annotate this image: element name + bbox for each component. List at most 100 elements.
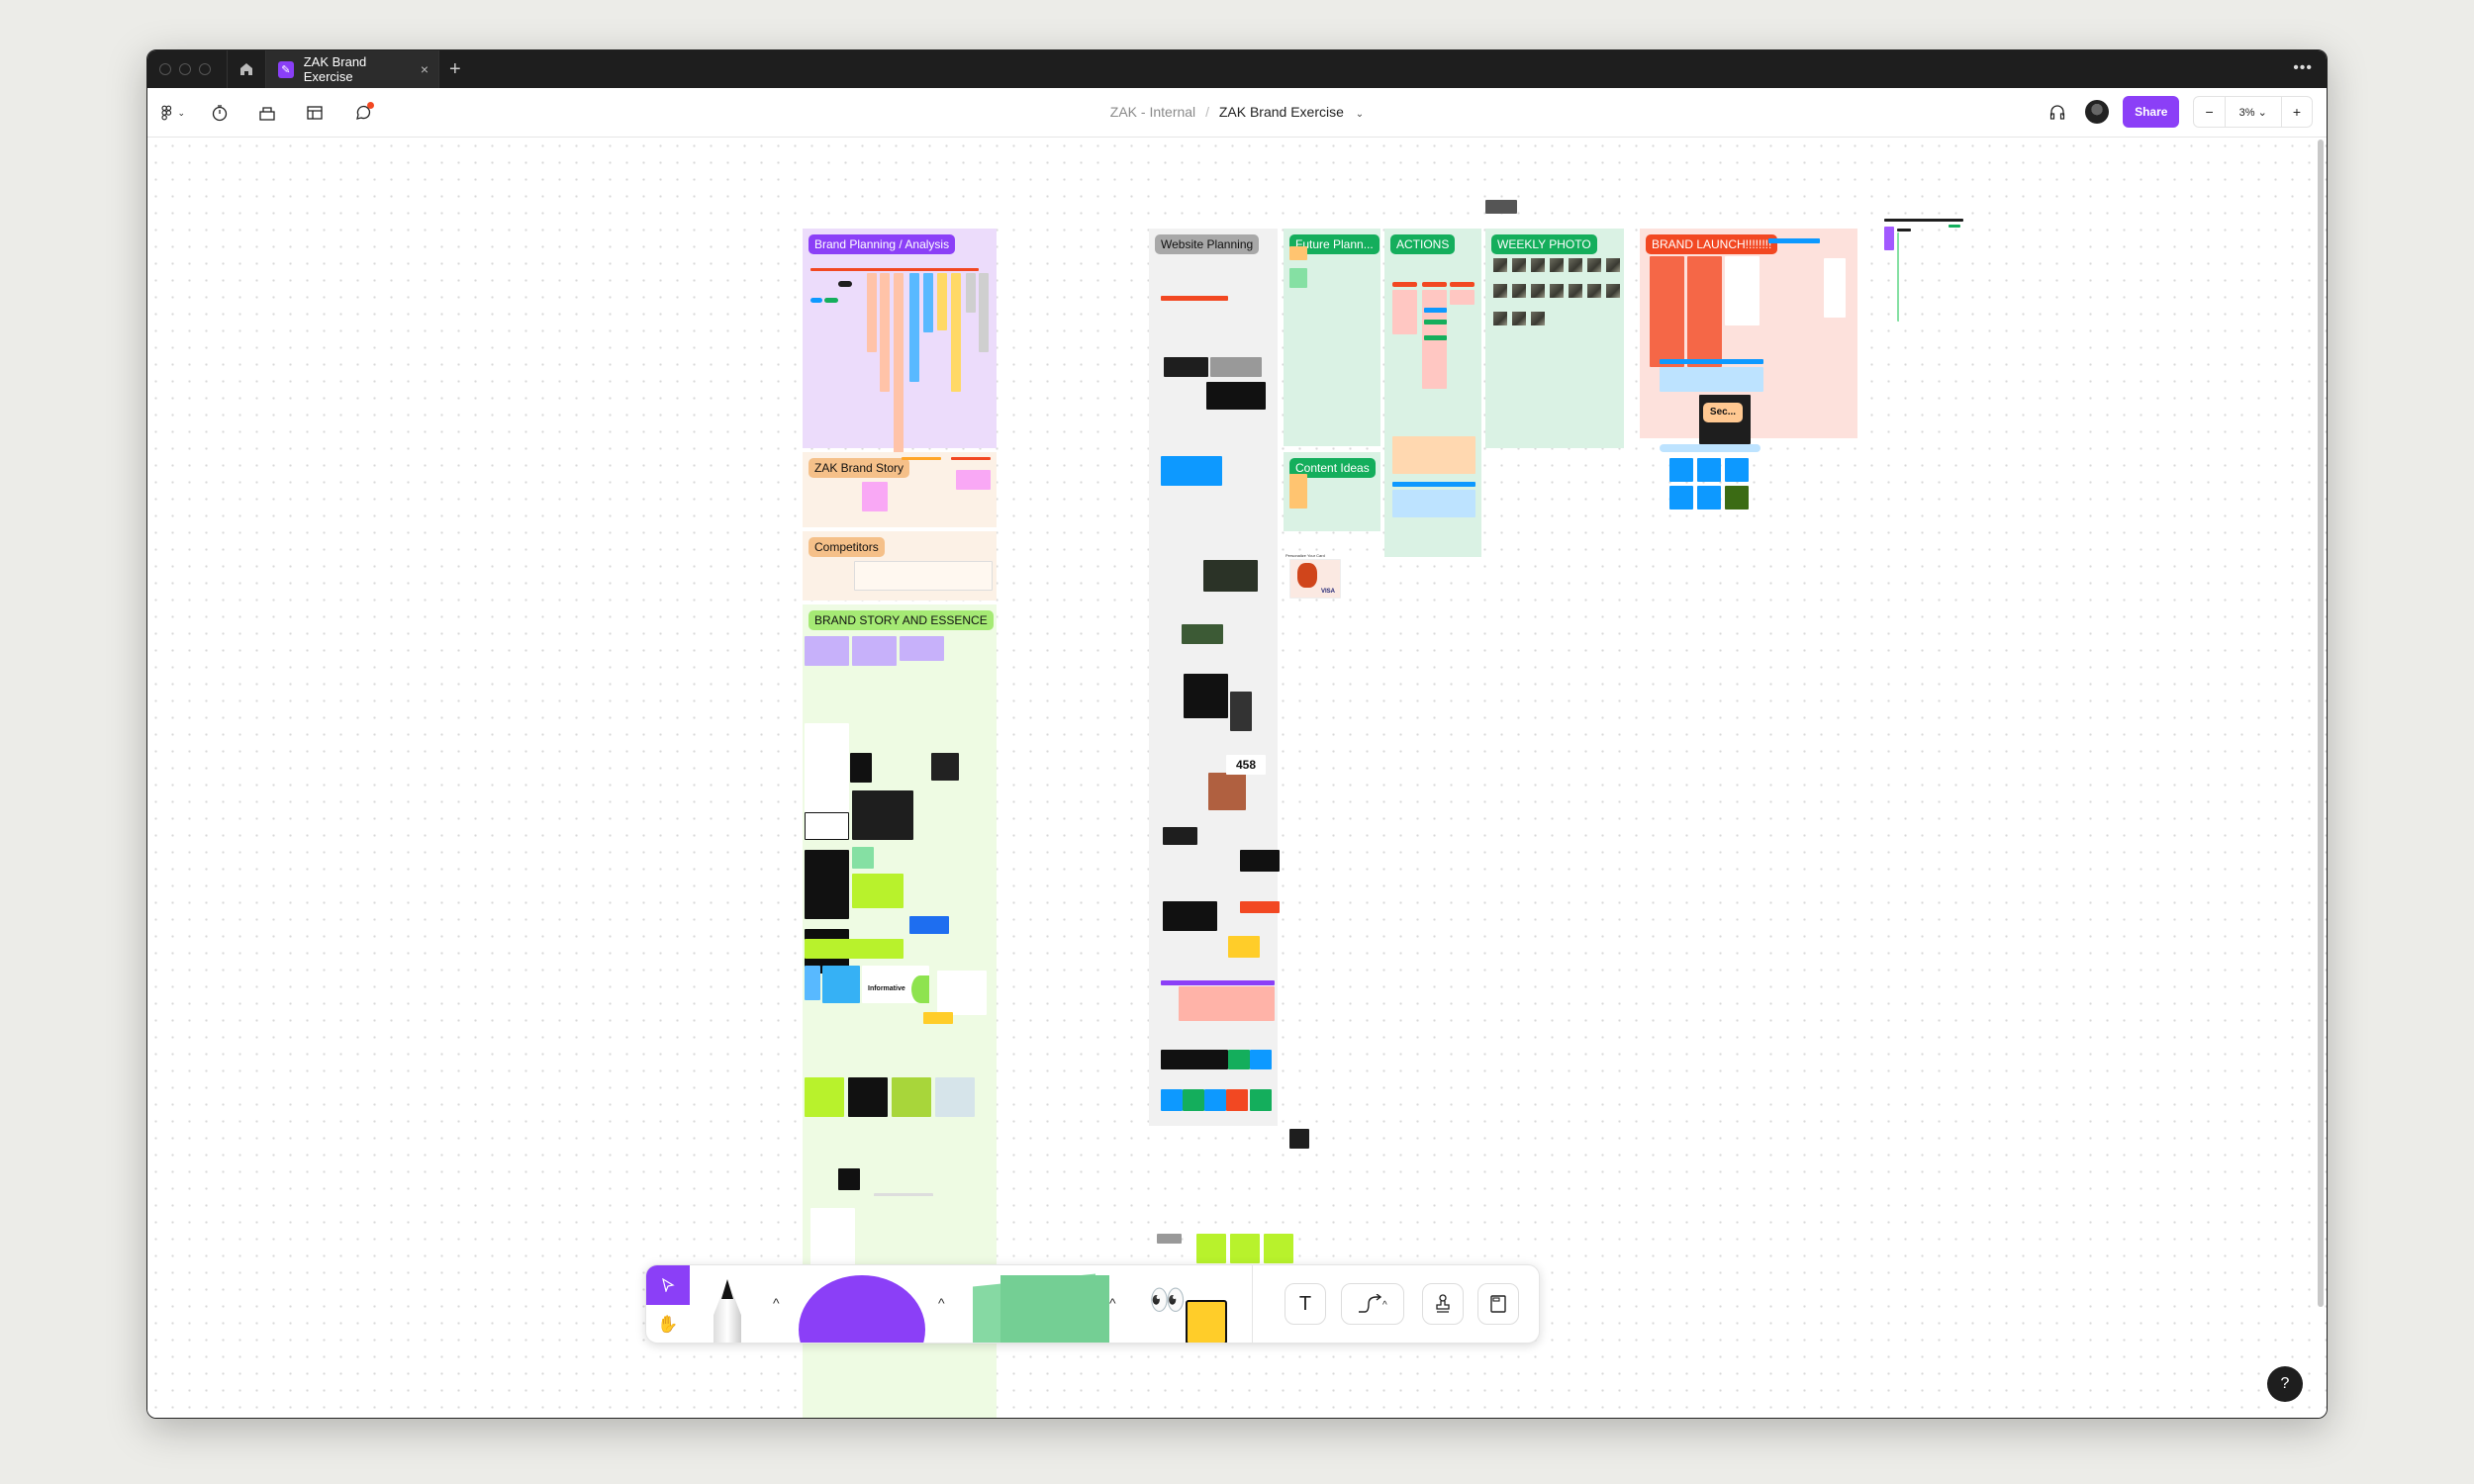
zoom-in-button[interactable]: +	[2282, 97, 2312, 127]
audio-call-button[interactable]	[2044, 98, 2071, 126]
sticky-column	[966, 273, 976, 313]
header-bar	[902, 457, 941, 460]
share-button[interactable]: Share	[2123, 96, 2180, 128]
image-thumbnail	[923, 1012, 953, 1024]
help-button[interactable]: ?	[2267, 1366, 2303, 1402]
mini-flow-tree	[1897, 232, 1909, 322]
image-thumbnail	[1725, 486, 1749, 510]
flow-chart	[1210, 357, 1262, 377]
section-weekly-photo[interactable]: WEEKLY PHOTO	[1485, 229, 1624, 448]
section-label[interactable]: ACTIONS	[1390, 234, 1456, 254]
home-button[interactable]	[227, 50, 266, 88]
image-thumbnail	[805, 966, 820, 1000]
shape-options-caret[interactable]: ^	[938, 1295, 945, 1311]
section-website-planning[interactable]: Website Planning 458	[1149, 229, 1280, 1126]
hand-tool[interactable]: ✋	[646, 1305, 690, 1343]
image-thumbnail	[1206, 382, 1266, 410]
more-options-icon[interactable]: •••	[2293, 59, 2313, 77]
3d-logo-image	[935, 1077, 975, 1117]
competitor-table	[854, 561, 993, 591]
shape-tool[interactable]	[799, 1275, 925, 1343]
maximize-window-button[interactable]	[199, 63, 211, 75]
sticky-column	[894, 273, 904, 466]
section-label[interactable]: BRAND STORY AND ESSENCE	[809, 610, 994, 630]
image-thumbnail	[1179, 1050, 1228, 1069]
counter-card: 458	[1226, 755, 1266, 775]
photo-pair	[1485, 200, 1517, 214]
sticky-note	[1226, 1089, 1248, 1111]
section-label[interactable]: ZAK Brand Story	[809, 458, 910, 478]
section-brand-launch[interactable]: BRAND LAUNCH!!!!!!!! Sec...	[1640, 229, 1857, 444]
section-brand-planning[interactable]: Brand Planning / Analysis	[803, 229, 997, 466]
launch-task-column	[1725, 256, 1760, 325]
text-tool[interactable]: T	[1285, 1283, 1326, 1325]
section-label[interactable]: Website Planning	[1155, 234, 1260, 254]
section-label[interactable]: Brand Planning / Analysis	[809, 234, 956, 254]
section-actions[interactable]: ACTIONS	[1384, 229, 1481, 557]
image-thumbnail	[850, 753, 872, 783]
green-shape	[911, 975, 929, 1003]
text-block	[874, 1193, 933, 1257]
zoom-level-dropdown[interactable]: 3% ⌄	[2224, 97, 2282, 127]
connector-icon: ^	[1359, 1294, 1387, 1313]
section-label[interactable]: Competitors	[809, 537, 885, 557]
breadcrumb-team[interactable]: ZAK - Internal	[1110, 104, 1195, 120]
text-icon: T	[1298, 1292, 1312, 1315]
widgets-icon[interactable]	[1186, 1300, 1227, 1343]
dark-card	[1289, 1129, 1309, 1149]
section-tool[interactable]	[1477, 1283, 1519, 1325]
zoom-control: − 3% ⌄ +	[2193, 96, 2313, 128]
gray-card	[1157, 1234, 1182, 1244]
sitemap-row	[1161, 296, 1228, 301]
vertical-scrollbar[interactable]	[2318, 139, 2324, 1307]
action-item	[1424, 320, 1447, 325]
sticky-options-caret[interactable]: ^	[1109, 1295, 1116, 1311]
image-thumbnail	[1240, 850, 1280, 872]
new-tab-button[interactable]: +	[449, 58, 461, 81]
weekly-photo	[1587, 258, 1601, 272]
marker-options-caret[interactable]: ^	[773, 1295, 780, 1311]
sticky-note	[862, 482, 888, 511]
weekly-photo	[1493, 284, 1507, 298]
action-item	[1424, 308, 1447, 313]
section-zak-brand-story[interactable]: ZAK Brand Story	[803, 452, 997, 527]
3d-logo-image	[892, 1077, 931, 1117]
image-thumbnail	[1240, 901, 1280, 913]
weekly-photo	[1587, 284, 1601, 298]
sticky-note	[1289, 268, 1307, 288]
marker-tip-icon	[721, 1279, 733, 1299]
connector-tool[interactable]: ^	[1341, 1283, 1404, 1325]
diagram-node	[824, 298, 838, 303]
zoom-out-button[interactable]: −	[2194, 97, 2224, 127]
close-tab-icon[interactable]: ×	[421, 61, 428, 77]
sticky-note-stack-icon	[1000, 1275, 1109, 1343]
lime-card	[1196, 1234, 1226, 1263]
user-avatar[interactable]	[2085, 100, 2110, 124]
file-tab[interactable]: ✎ ZAK Brand Exercise ×	[266, 50, 439, 88]
select-tool[interactable]	[646, 1265, 690, 1305]
section-competitors[interactable]: Competitors	[803, 531, 997, 601]
stickers-tool[interactable]: 👀	[1149, 1283, 1186, 1318]
section-content-ideas[interactable]: Content Ideas	[1284, 452, 1380, 531]
launch-header-bar	[1768, 238, 1820, 243]
headphones-icon	[2049, 105, 2065, 120]
file-name[interactable]: ZAK Brand Exercise	[1219, 104, 1344, 120]
stamp-icon	[1436, 1294, 1450, 1313]
mini-flow-items	[1884, 227, 1894, 250]
cursor-icon	[662, 1278, 675, 1292]
board-canvas[interactable]: Brand Planning / Analysis Website Planni…	[147, 138, 2327, 1418]
home-icon	[240, 63, 252, 75]
card-caption: Personalize Your Card	[1285, 553, 1325, 558]
section-label[interactable]: BRAND LAUNCH!!!!!!!!	[1646, 234, 1778, 254]
image-thumbnail	[805, 812, 849, 840]
sticky-note	[805, 636, 849, 666]
action-item	[1450, 282, 1475, 287]
stamp-tool[interactable]	[1422, 1283, 1464, 1325]
lime-card	[1230, 1234, 1260, 1263]
file-menu-chevron-icon[interactable]: ⌄	[1356, 109, 1364, 120]
section-future-planning[interactable]: Future Plann...	[1284, 229, 1380, 446]
minimize-window-button[interactable]	[179, 63, 191, 75]
section-label[interactable]: WEEKLY PHOTO	[1491, 234, 1597, 254]
close-window-button[interactable]	[159, 63, 171, 75]
section-label-collapsed[interactable]: Sec...	[1703, 403, 1743, 422]
